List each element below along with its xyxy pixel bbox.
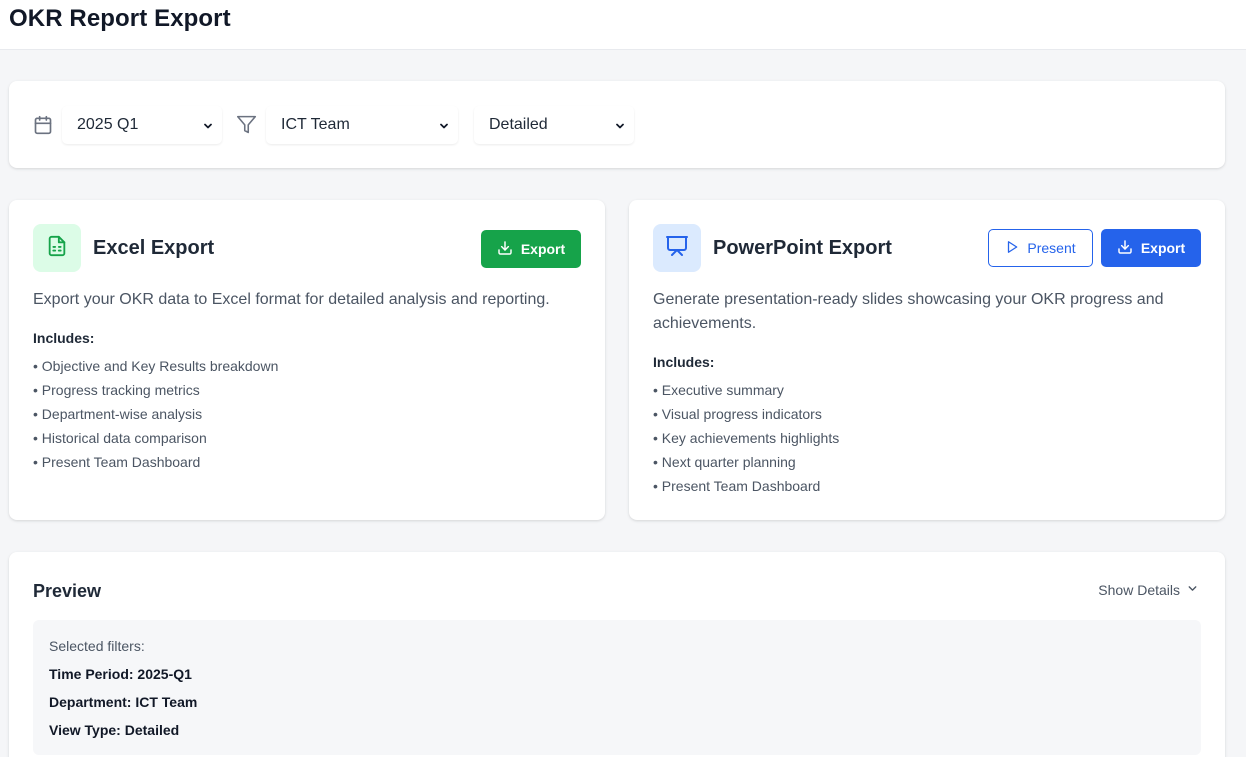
period-select[interactable]: 2025 Q1 bbox=[62, 106, 222, 144]
calendar-icon bbox=[33, 115, 53, 140]
chevron-down-icon bbox=[202, 119, 214, 137]
download-icon bbox=[497, 240, 513, 259]
show-details-toggle[interactable]: Show Details bbox=[1098, 582, 1199, 598]
list-item: • Executive summary bbox=[653, 382, 784, 398]
list-item: • Department-wise analysis bbox=[33, 406, 203, 422]
list-item: • Objective and Key Results breakdown bbox=[33, 358, 279, 374]
excel-description: Export your OKR data to Excel format for… bbox=[33, 291, 550, 308]
selected-filters-label: Selected filters: bbox=[49, 638, 145, 654]
download-icon bbox=[1117, 239, 1133, 258]
filter-bar: 2025 Q1 ICT Team Detailed bbox=[9, 81, 1225, 168]
view-type-summary: View Type: Detailed bbox=[49, 722, 180, 738]
excel-export-card: Excel Export Export Export your OKR data… bbox=[9, 200, 605, 520]
list-item: • Present Team Dashboard bbox=[33, 454, 201, 470]
view-type-select[interactable]: Detailed bbox=[474, 106, 634, 144]
excel-export-button-label: Export bbox=[520, 241, 566, 257]
spreadsheet-icon bbox=[46, 235, 68, 262]
ppt-feature-list: • Executive summary • Visual progress in… bbox=[653, 378, 839, 498]
chevron-down-icon bbox=[438, 119, 450, 137]
excel-includes-label: Includes: bbox=[33, 330, 95, 346]
chevron-down-icon bbox=[614, 119, 626, 137]
present-button-label: Present bbox=[1027, 240, 1076, 256]
list-item: • Present Team Dashboard bbox=[653, 478, 821, 494]
list-item: • Visual progress indicators bbox=[653, 406, 822, 422]
present-button[interactable]: Present bbox=[988, 229, 1093, 267]
list-item: • Key achievements highlights bbox=[653, 430, 840, 446]
time-period-summary: Time Period: 2025-Q1 bbox=[49, 666, 192, 682]
preview-card: Preview Show Details Selected filters: T… bbox=[9, 552, 1225, 757]
selected-filters-box: Selected filters: Time Period: 2025-Q1 D… bbox=[33, 620, 1201, 755]
ppt-export-card: PowerPoint Export Present Export Generat… bbox=[629, 200, 1225, 520]
show-details-label: Show Details bbox=[1098, 582, 1180, 598]
ppt-export-title: PowerPoint Export bbox=[713, 237, 892, 259]
ppt-includes-label: Includes: bbox=[653, 354, 715, 370]
list-item: • Historical data comparison bbox=[33, 430, 207, 446]
chevron-down-icon bbox=[1186, 582, 1199, 598]
department-select[interactable]: ICT Team bbox=[266, 106, 458, 144]
period-select-value: 2025 Q1 bbox=[77, 116, 139, 133]
play-icon bbox=[1005, 240, 1019, 257]
ppt-icon-box bbox=[653, 224, 701, 272]
preview-title: Preview bbox=[33, 581, 102, 601]
filter-icon bbox=[236, 114, 257, 140]
presentation-icon bbox=[665, 234, 689, 263]
ppt-export-button[interactable]: Export bbox=[1101, 229, 1201, 267]
excel-icon-box bbox=[33, 224, 81, 272]
excel-feature-list: • Objective and Key Results breakdown • … bbox=[33, 354, 278, 474]
excel-export-button[interactable]: Export bbox=[481, 230, 581, 268]
department-summary: Department: ICT Team bbox=[49, 694, 198, 710]
page-title: OKR Report Export bbox=[9, 5, 231, 32]
excel-export-title: Excel Export bbox=[93, 237, 215, 259]
view-type-select-value: Detailed bbox=[489, 116, 548, 133]
ppt-export-button-label: Export bbox=[1140, 240, 1186, 256]
ppt-description: Generate presentation-ready slides showc… bbox=[653, 291, 1164, 332]
list-item: • Next quarter planning bbox=[653, 454, 796, 470]
department-select-value: ICT Team bbox=[281, 116, 350, 133]
header-bar: OKR Report Export bbox=[0, 0, 1246, 50]
list-item: • Progress tracking metrics bbox=[33, 382, 200, 398]
